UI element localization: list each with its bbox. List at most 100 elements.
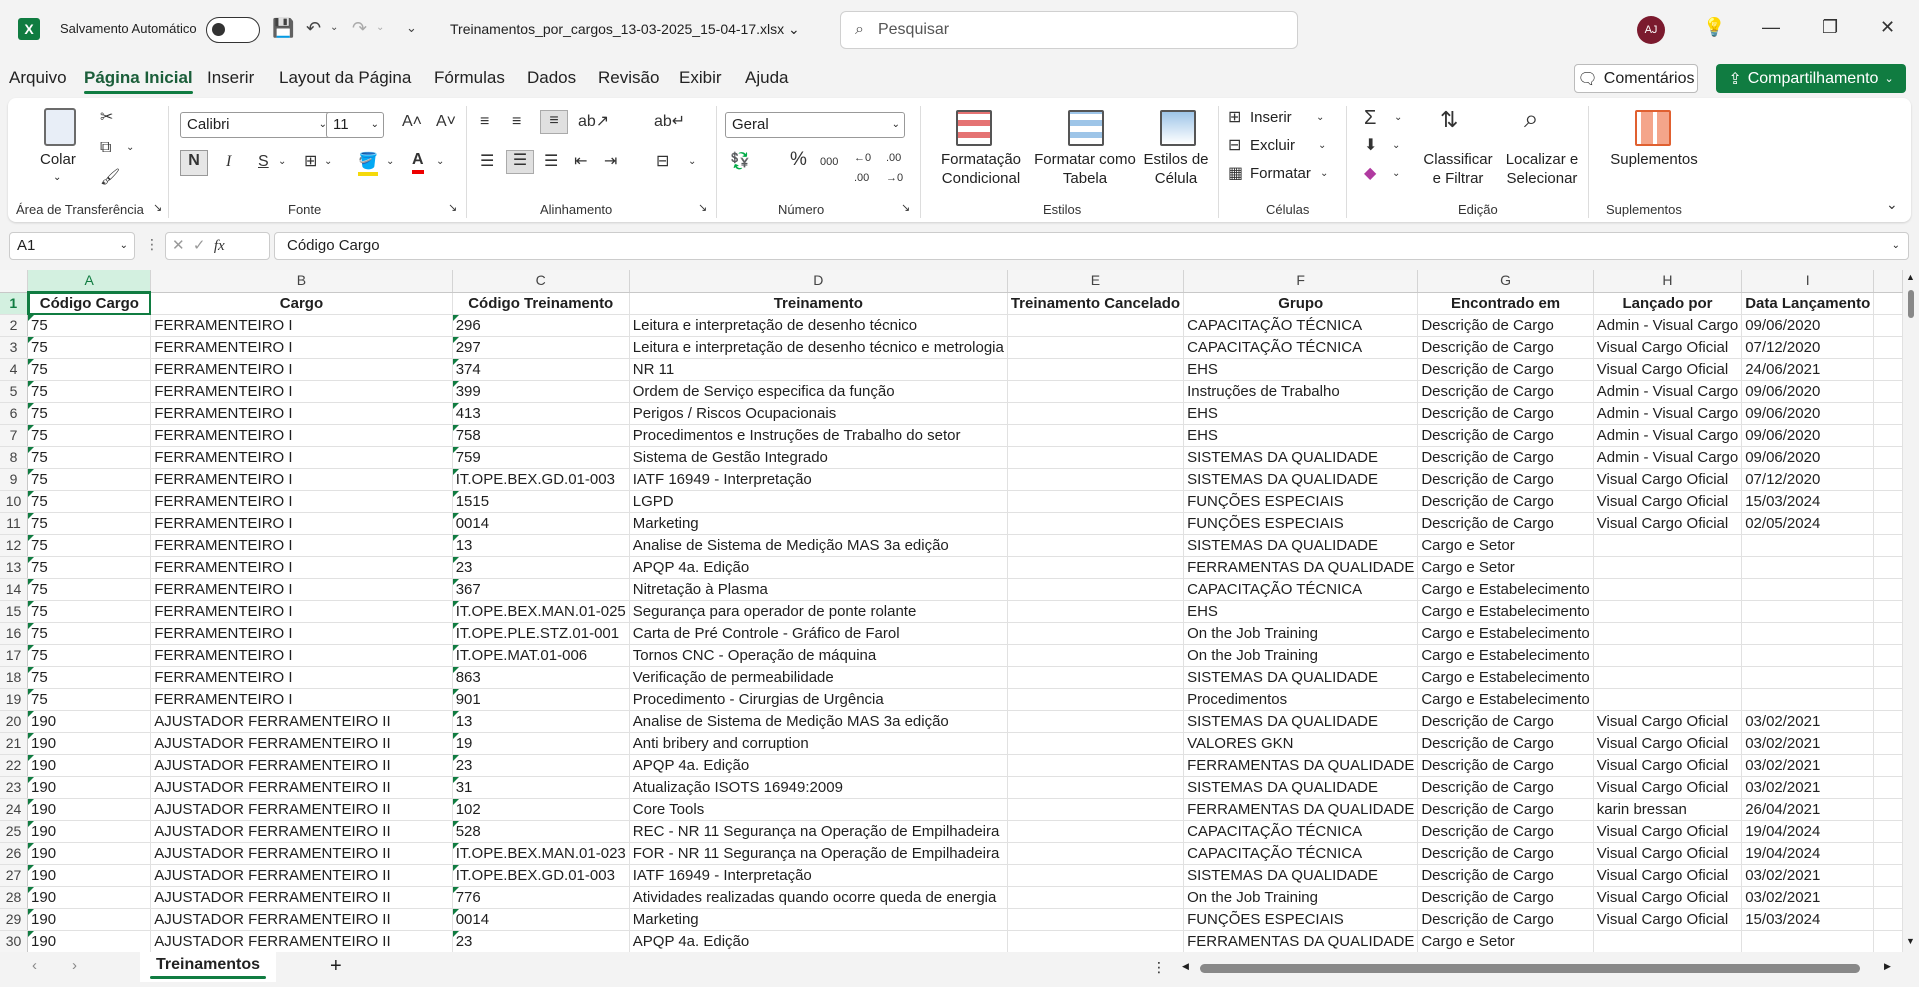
row-header[interactable]: 28: [0, 886, 29, 909]
cell[interactable]: 09/06/2020: [1741, 402, 1875, 425]
insert-cells-icon[interactable]: ⊞: [1228, 108, 1241, 128]
align-center-icon[interactable]: ☰: [506, 150, 534, 174]
cell[interactable]: [1593, 534, 1743, 557]
cell[interactable]: 190: [27, 842, 152, 865]
column-header-a[interactable]: A: [27, 270, 152, 293]
scroll-down-icon[interactable]: ▼: [1906, 936, 1915, 946]
cell[interactable]: [1873, 358, 1903, 381]
cell[interactable]: Atualização ISOTS 16949:2009: [629, 776, 1008, 799]
cell[interactable]: Admin - Visual Cargo: [1593, 446, 1743, 469]
insert-cells-button[interactable]: Inserir: [1250, 108, 1292, 127]
cell[interactable]: FERRAMENTEIRO I: [150, 336, 453, 359]
row-header[interactable]: 1: [0, 292, 29, 315]
cell[interactable]: [1007, 622, 1185, 645]
cell[interactable]: 75: [27, 534, 152, 557]
cell[interactable]: 296: [452, 314, 630, 337]
row-header[interactable]: 13: [0, 556, 29, 579]
vertical-scrollbar[interactable]: ▲ ▼: [1903, 270, 1919, 952]
cell[interactable]: 75: [27, 490, 152, 513]
row-header[interactable]: 5: [0, 380, 29, 403]
cell[interactable]: 03/02/2021: [1741, 864, 1875, 887]
cell[interactable]: 75: [27, 402, 152, 425]
cell[interactable]: [1007, 644, 1185, 667]
lightbulb-icon[interactable]: 💡: [1703, 17, 1725, 38]
cell[interactable]: Descrição de Cargo: [1417, 886, 1594, 909]
cell[interactable]: CAPACITAÇÃO TÉCNICA: [1183, 314, 1419, 337]
cell[interactable]: 15/03/2024: [1741, 908, 1875, 931]
cell[interactable]: [1007, 446, 1185, 469]
cell[interactable]: [1007, 314, 1185, 337]
underline-button[interactable]: S: [258, 152, 269, 172]
cell[interactable]: 03/02/2021: [1741, 732, 1875, 755]
cell[interactable]: Procedimento - Cirurgias de Urgência: [629, 688, 1008, 711]
prev-sheet-icon[interactable]: ‹: [32, 957, 37, 974]
column-header-i[interactable]: I: [1741, 270, 1875, 293]
cell[interactable]: 863: [452, 666, 630, 689]
scroll-left-icon[interactable]: ◀: [1182, 961, 1189, 972]
italic-button[interactable]: I: [226, 152, 231, 172]
cell[interactable]: FERRAMENTEIRO I: [150, 468, 453, 491]
fill-icon[interactable]: ⬇: [1364, 136, 1377, 156]
cell[interactable]: FERRAMENTEIRO I: [150, 380, 453, 403]
cell[interactable]: Cargo e Estabelecimento: [1417, 688, 1594, 711]
align-top-icon[interactable]: ≡: [480, 112, 489, 132]
scroll-up-icon[interactable]: ▲: [1906, 272, 1915, 282]
cell[interactable]: FERRAMENTAS DA QUALIDADE: [1183, 930, 1419, 952]
cell[interactable]: Admin - Visual Cargo: [1593, 314, 1743, 337]
cell[interactable]: Cargo e Estabelecimento: [1417, 644, 1594, 667]
cell[interactable]: Descrição de Cargo: [1417, 754, 1594, 777]
cell[interactable]: 75: [27, 688, 152, 711]
cell[interactable]: Descrição de Cargo: [1417, 336, 1594, 359]
cell[interactable]: 758: [452, 424, 630, 447]
wrap-text-icon[interactable]: ab↵: [654, 112, 685, 132]
underline-dropdown-icon[interactable]: ⌄: [278, 152, 286, 172]
cell[interactable]: FUNÇÕES ESPECIAIS: [1183, 512, 1419, 535]
cell[interactable]: AJUSTADOR FERRAMENTEIRO II: [150, 864, 453, 887]
cell[interactable]: Analise de Sistema de Medição MAS 3a edi…: [629, 710, 1008, 733]
header-cell[interactable]: Lançado por: [1593, 292, 1743, 315]
autosave-toggle[interactable]: [206, 17, 260, 43]
cell[interactable]: Cargo e Setor: [1417, 930, 1594, 952]
cell[interactable]: Visual Cargo Oficial: [1593, 754, 1743, 777]
search-box[interactable]: ⌕ Pesquisar: [840, 11, 1298, 49]
cell[interactable]: [1873, 820, 1903, 843]
delete-cells-button[interactable]: Excluir: [1250, 136, 1295, 155]
cell[interactable]: Admin - Visual Cargo: [1593, 380, 1743, 403]
cell[interactable]: AJUSTADOR FERRAMENTEIRO II: [150, 710, 453, 733]
addins-button[interactable]: Suplementos: [1603, 150, 1705, 169]
column-header-c[interactable]: C: [452, 270, 630, 293]
undo-icon[interactable]: ↶: [306, 16, 321, 40]
cell[interactable]: 75: [27, 512, 152, 535]
cell[interactable]: SISTEMAS DA QUALIDADE: [1183, 534, 1419, 557]
cell[interactable]: [1741, 666, 1875, 689]
name-box[interactable]: A1 ⌄: [9, 232, 135, 260]
addins-icon[interactable]: [1635, 110, 1671, 146]
cell[interactable]: [1873, 732, 1903, 755]
cell[interactable]: [1007, 556, 1185, 579]
header-cell[interactable]: Cargo: [150, 292, 453, 315]
column-header-g[interactable]: G: [1417, 270, 1594, 293]
cell[interactable]: Segurança para operador de ponte rolante: [629, 600, 1008, 623]
number-format-select[interactable]: Geral ⌄: [725, 112, 905, 138]
cell[interactable]: Descrição de Cargo: [1417, 490, 1594, 513]
copy-icon[interactable]: ⧉: [100, 138, 111, 158]
cell[interactable]: Procedimentos e Instruções de Trabalho d…: [629, 424, 1008, 447]
cell[interactable]: 102: [452, 798, 630, 821]
align-middle-icon[interactable]: ≡: [512, 112, 521, 132]
merge-dropdown-icon[interactable]: ⌄: [688, 152, 696, 172]
cell[interactable]: Sistema de Gestão Integrado: [629, 446, 1008, 469]
cell[interactable]: [1007, 732, 1185, 755]
cell[interactable]: [1007, 336, 1185, 359]
cut-icon[interactable]: ✂: [100, 108, 113, 128]
cell[interactable]: [1007, 908, 1185, 931]
orientation-icon[interactable]: ab↗: [578, 112, 609, 132]
cell[interactable]: 901: [452, 688, 630, 711]
cell[interactable]: REC - NR 11 Segurança na Operação de Emp…: [629, 820, 1008, 843]
cell[interactable]: APQP 4a. Edição: [629, 754, 1008, 777]
cell[interactable]: 0014: [452, 512, 630, 535]
formula-input[interactable]: Código Cargo ⌄: [274, 232, 1909, 260]
cell[interactable]: IATF 16949 - Interpretação: [629, 468, 1008, 491]
cell[interactable]: 190: [27, 908, 152, 931]
cell[interactable]: 399: [452, 380, 630, 403]
cell[interactable]: Admin - Visual Cargo: [1593, 402, 1743, 425]
